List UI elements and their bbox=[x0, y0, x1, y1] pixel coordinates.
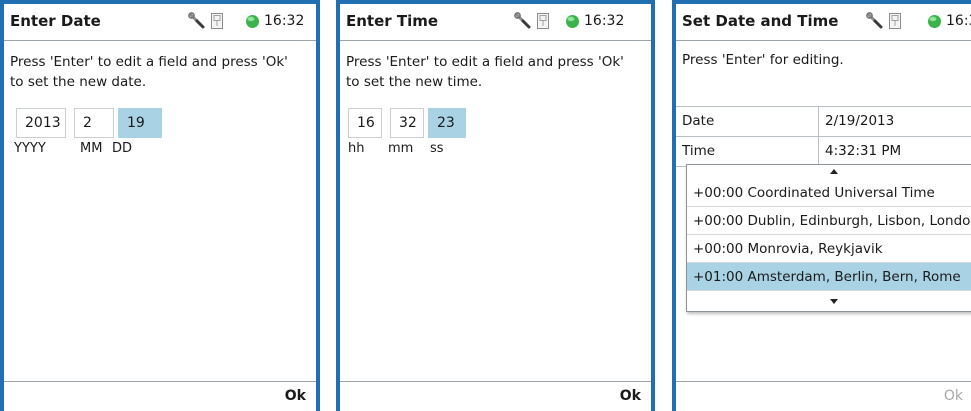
timezone-option-selected[interactable]: +01:00 Amsterdam, Berlin, Bern, Rome bbox=[687, 263, 971, 291]
settings-table: Date 2/19/2013 Time 4:32:31 PM bbox=[676, 106, 971, 167]
timezone-option[interactable]: +00:00 Monrovia, Reykjavik bbox=[687, 235, 971, 263]
scroll-up-icon[interactable] bbox=[830, 169, 838, 174]
timezone-option[interactable]: +00:00 Coordinated Universal Time bbox=[687, 179, 971, 207]
day-label: DD bbox=[112, 141, 133, 156]
status-led-icon bbox=[246, 15, 259, 28]
second-label: ss bbox=[430, 141, 444, 156]
footer-bar: Ok bbox=[4, 381, 316, 411]
status-led-icon bbox=[566, 15, 579, 28]
row-name: Date bbox=[682, 113, 715, 129]
column-divider bbox=[818, 137, 819, 166]
table-row-time[interactable]: Time 4:32:31 PM bbox=[676, 137, 971, 167]
footer-bar: Ok bbox=[676, 381, 971, 411]
title-bar: Enter Date 16:32 bbox=[4, 4, 316, 41]
ok-button[interactable]: Ok bbox=[944, 388, 963, 404]
status-led-icon bbox=[928, 15, 941, 28]
year-field[interactable]: 2013 bbox=[16, 108, 66, 138]
timezone-dropdown[interactable]: +00:00 Coordinated Universal Time +00:00… bbox=[686, 164, 971, 312]
enter-time-screen: Enter Time 16:32 Press 'Enter' to edit a… bbox=[336, 0, 655, 411]
enter-date-screen: Enter Date 16:32 Press 'Enter' to edit a… bbox=[0, 0, 320, 411]
ok-button[interactable]: Ok bbox=[620, 388, 641, 404]
instruction-text: Press 'Enter' for editing. bbox=[682, 52, 844, 68]
row-value: 4:32:31 PM bbox=[825, 143, 902, 159]
minute-field[interactable]: 32 bbox=[390, 108, 424, 138]
column-divider bbox=[818, 107, 819, 136]
set-date-time-screen: Set Date and Time 16:32 Press 'Enter' fo… bbox=[672, 0, 971, 411]
status-clock: 16:32 bbox=[946, 13, 971, 29]
year-label: YYYY bbox=[14, 141, 46, 156]
screen-title: Set Date and Time bbox=[682, 12, 839, 30]
sd-card-icon bbox=[889, 13, 901, 29]
month-field[interactable]: 2 bbox=[74, 108, 114, 138]
wrench-icon bbox=[188, 12, 205, 29]
row-value: 2/19/2013 bbox=[825, 113, 895, 129]
minute-label: mm bbox=[388, 141, 414, 156]
row-name: Time bbox=[682, 143, 716, 159]
wrench-icon bbox=[866, 12, 883, 29]
hour-label: hh bbox=[348, 141, 365, 156]
instruction-text: Press 'Enter' to edit a field and press … bbox=[346, 54, 624, 90]
timezone-option[interactable]: +00:00 Dublin, Edinburgh, Lisbon, London bbox=[687, 207, 971, 235]
footer-bar: Ok bbox=[340, 381, 651, 411]
table-row-date[interactable]: Date 2/19/2013 bbox=[676, 107, 971, 137]
title-bar: Enter Time 16:32 bbox=[340, 4, 651, 41]
status-clock: 16:32 bbox=[584, 13, 625, 29]
title-bar: Set Date and Time 16:32 bbox=[676, 4, 971, 41]
sd-card-icon bbox=[211, 13, 223, 29]
month-label: MM bbox=[80, 141, 103, 156]
day-field[interactable]: 19 bbox=[118, 108, 162, 138]
sd-card-icon bbox=[537, 13, 549, 29]
wrench-icon bbox=[514, 12, 531, 29]
screen-title: Enter Time bbox=[346, 12, 439, 30]
hour-field[interactable]: 16 bbox=[348, 108, 382, 138]
second-field[interactable]: 23 bbox=[428, 108, 466, 138]
ok-button[interactable]: Ok bbox=[285, 388, 306, 404]
scroll-down-icon[interactable] bbox=[830, 299, 838, 304]
screen-title: Enter Date bbox=[10, 12, 101, 30]
instruction-text: Press 'Enter' to edit a field and press … bbox=[10, 54, 288, 90]
status-clock: 16:32 bbox=[264, 13, 305, 29]
